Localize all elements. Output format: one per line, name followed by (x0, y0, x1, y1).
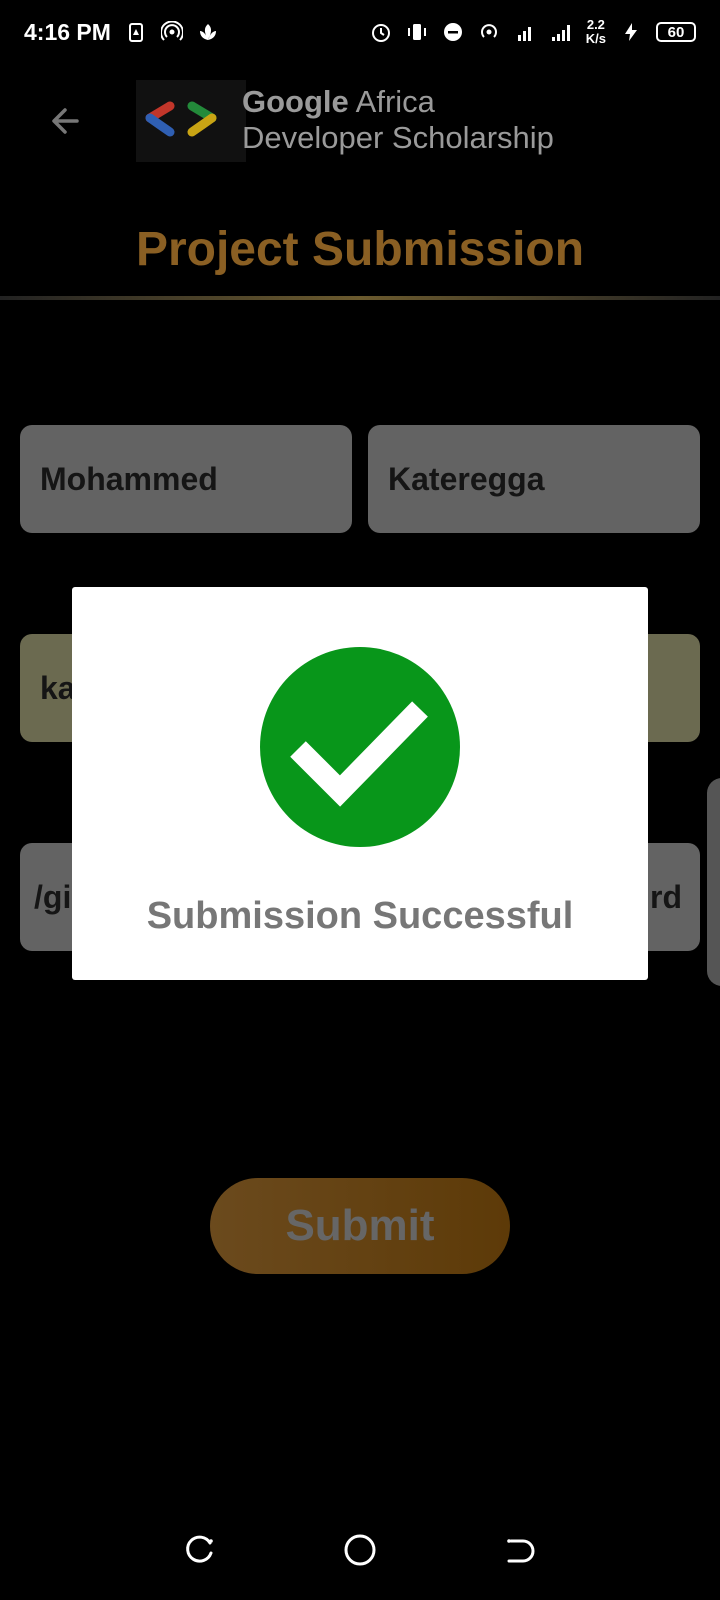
back-nav-button[interactable] (500, 1530, 540, 1570)
sim-manager-icon (128, 23, 143, 42)
network-speed-unit: K/s (585, 31, 606, 46)
last-name-field[interactable]: Kateregga (368, 425, 700, 533)
success-dialog: Submission Successful (72, 587, 648, 980)
page-title: Project Submission (135, 223, 585, 276)
first-name-value: Mohammed (40, 460, 218, 497)
brand-subtitle: Developer Scholarship (242, 120, 554, 155)
project-link-value-end: rd (650, 878, 682, 915)
back-button[interactable] (40, 96, 90, 146)
project-link-value-start: /gi (34, 878, 72, 915)
arrow-left-icon (52, 108, 79, 134)
last-name-value: Kateregga (388, 460, 545, 497)
recent-apps-button[interactable] (180, 1530, 220, 1570)
network-speed-value: 2.2 (586, 17, 605, 32)
app-notification-icon (199, 24, 216, 40)
title-divider (0, 296, 720, 300)
dialog-message: Submission Successful (146, 895, 574, 937)
signal-bars-icon (551, 25, 570, 41)
code-brackets-logo-icon (145, 101, 217, 137)
charging-icon (625, 23, 637, 41)
brand-title: Google Africa Developer Scholarship (242, 84, 554, 156)
logo (136, 80, 246, 162)
alarm-icon (371, 24, 390, 42)
first-name-field[interactable]: Mohammed (20, 425, 352, 533)
hotspot-icon (480, 24, 497, 38)
status-time: 4:16 PM (24, 18, 111, 45)
email-value: ka (40, 669, 76, 706)
status-right: 2.2 K/s 60 (370, 18, 696, 46)
signal-h-plus-icon (517, 27, 531, 41)
status-left: 4:16 PM (24, 19, 219, 46)
network-speed: 2.2 K/s (586, 18, 606, 46)
submit-label: Submit (285, 1201, 435, 1250)
status-bar: 4:16 PM 2.2 K/s 60 (0, 0, 720, 64)
recent-apps-icon (186, 1535, 213, 1563)
system-nav-bar (0, 1510, 720, 1590)
submit-button[interactable]: Submit (210, 1178, 510, 1274)
check-circle-icon (260, 647, 460, 847)
vibrate-icon (407, 24, 426, 40)
battery-icon: 60 (656, 22, 696, 42)
app-header: Google Africa Developer Scholarship (0, 76, 720, 166)
hotspot-icon (160, 21, 183, 41)
do-not-disturb-icon (443, 23, 462, 41)
battery-level: 60 (667, 23, 685, 41)
home-button[interactable] (340, 1530, 380, 1570)
side-edge-tab[interactable] (707, 778, 720, 986)
brand-africa: Africa (348, 84, 435, 119)
back-nav-icon (507, 1539, 535, 1563)
home-icon (344, 1534, 376, 1566)
brand-google: Google (242, 84, 349, 119)
